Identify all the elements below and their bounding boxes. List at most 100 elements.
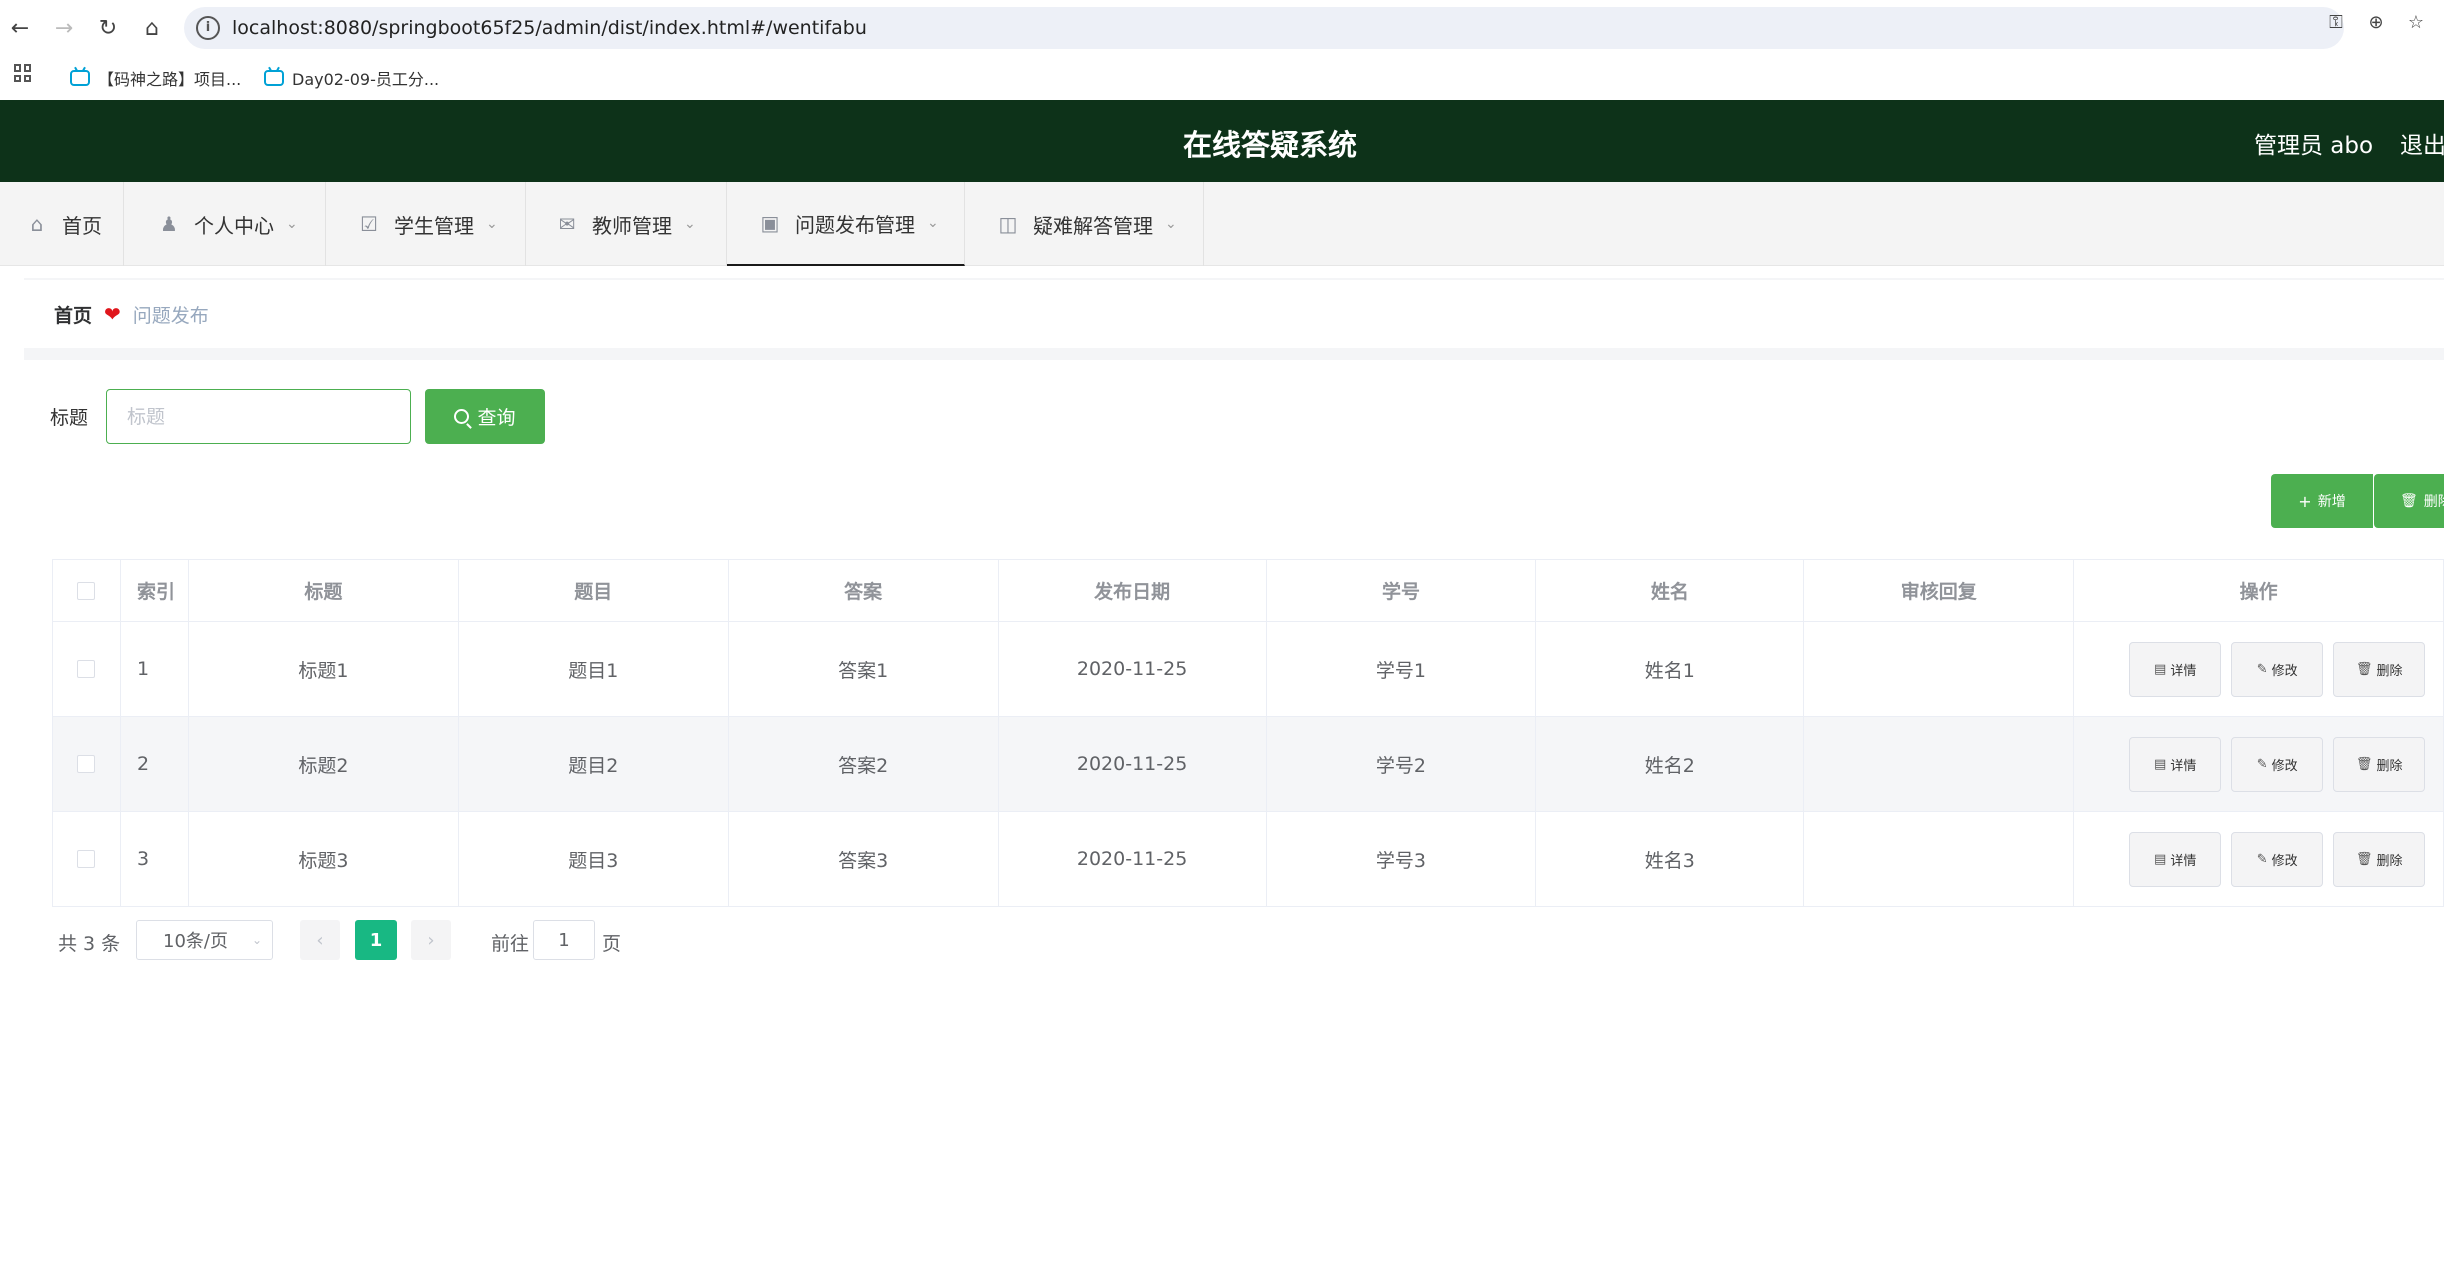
search-icon xyxy=(454,409,470,424)
menu-item-student-management[interactable]: ☑ 学生管理 ⌄ xyxy=(326,182,526,266)
row-select-cell xyxy=(53,812,121,906)
cell-date: 2020-11-25 xyxy=(999,812,1267,906)
cell-question: 题目2 xyxy=(459,717,729,811)
current-user: 管理员 abo xyxy=(2254,133,2374,159)
browser-toolbar: ← → ↻ ⌂ i localhost:8080/springboot65f25… xyxy=(0,0,2444,56)
row-checkbox[interactable] xyxy=(77,660,96,678)
search-label: 标题 xyxy=(50,407,89,429)
site-info-icon[interactable]: i xyxy=(196,16,220,40)
delete-button[interactable]: 🗑 删除 xyxy=(2333,641,2426,697)
prev-page-button[interactable]: ‹ xyxy=(300,920,340,960)
detail-button[interactable]: ▤ 详情 xyxy=(2129,831,2222,887)
column-header[interactable]: 审核回复 xyxy=(1804,560,2075,621)
url-text[interactable]: localhost:8080/springboot65f25/admin/dis… xyxy=(232,17,867,39)
cell-student-no: 学号1 xyxy=(1267,622,1537,716)
cell-student-no: 学号2 xyxy=(1267,717,1537,811)
heart-icon: ❤ xyxy=(104,302,121,326)
page-number-button[interactable]: 1 xyxy=(355,920,397,960)
menu-item-personal-center[interactable]: ♟ 个人中心 ⌄ xyxy=(124,182,326,266)
goto-label: 前往 xyxy=(491,933,530,955)
search-button[interactable]: 查询 xyxy=(425,389,545,444)
edit-label: 修改 xyxy=(2271,853,2298,869)
column-header[interactable]: 发布日期 xyxy=(999,560,1267,621)
row-checkbox[interactable] xyxy=(77,755,96,773)
cell-name: 姓名3 xyxy=(1536,812,1805,906)
detail-button[interactable]: ▤ 详情 xyxy=(2129,736,2222,792)
goto-page-input[interactable] xyxy=(533,920,595,960)
reload-icon[interactable]: ↻ xyxy=(90,10,126,46)
menu-item-teacher-management[interactable]: ✉ 教师管理 ⌄ xyxy=(526,182,727,266)
cell-name: 姓名1 xyxy=(1536,622,1805,716)
page-size-value: 10条/页 xyxy=(163,931,228,952)
detail-label: 详情 xyxy=(2170,853,2197,869)
table-row: 1 标题1 题目1 答案1 2020-11-25 学号1 姓名1 ▤ 详情 ✎ 修改… xyxy=(53,622,2444,717)
cell-date: 2020-11-25 xyxy=(999,717,1267,811)
column-header[interactable]: 题目 xyxy=(459,560,729,621)
apps-grid-icon[interactable] xyxy=(14,64,32,82)
document-icon: ▤ xyxy=(2154,661,2167,677)
chevron-down-icon: ⌄ xyxy=(486,216,498,232)
menu-label: 问题发布管理 xyxy=(795,212,915,237)
address-bar[interactable]: i localhost:8080/springboot65f25/admin/d… xyxy=(184,7,2344,49)
edit-button[interactable]: ✎ 修改 xyxy=(2231,641,2324,697)
batch-delete-button[interactable]: 🗑 删除 xyxy=(2374,474,2444,528)
cell-name: 姓名2 xyxy=(1536,717,1805,811)
document-icon: ▤ xyxy=(2154,851,2167,867)
trash-icon: 🗑 xyxy=(2355,661,2373,677)
bookmark-item[interactable]: 【码神之路】项目... xyxy=(70,64,241,92)
briefcase-icon: ▣ xyxy=(760,211,780,235)
next-page-button[interactable]: › xyxy=(411,920,451,960)
delete-label: 删除 xyxy=(2376,758,2403,774)
back-icon[interactable]: ← xyxy=(2,10,38,46)
edit-button[interactable]: ✎ 修改 xyxy=(2231,831,2324,887)
app-title: 在线答疑系统 xyxy=(1182,128,1357,162)
column-header: 索引 xyxy=(121,560,189,621)
house-icon: ⌂ xyxy=(30,212,44,236)
trash-icon: 🗑 xyxy=(2400,493,2418,509)
cell-title: 标题2 xyxy=(189,717,459,811)
edit-button[interactable]: ✎ 修改 xyxy=(2231,736,2324,792)
select-all-checkbox[interactable] xyxy=(77,581,96,600)
forward-icon[interactable]: → xyxy=(46,10,82,46)
menu-label: 教师管理 xyxy=(592,213,672,238)
app-header: 在线答疑系统 管理员 abo 退出 xyxy=(0,100,2444,182)
column-header[interactable]: 答案 xyxy=(729,560,999,621)
row-select-cell xyxy=(53,717,121,811)
detail-button[interactable]: ▤ 详情 xyxy=(2129,641,2222,697)
zoom-icon[interactable]: ⊕ xyxy=(2362,12,2390,34)
row-select-cell xyxy=(53,622,121,716)
bookmarks-bar: 【码神之路】项目... Day02-09-员工分... xyxy=(0,56,2444,100)
search-title-input[interactable] xyxy=(106,389,411,444)
delete-button[interactable]: 🗑 删除 xyxy=(2333,831,2426,887)
page-size-select[interactable]: 10条/页 ⌄ xyxy=(136,920,273,960)
edit-label: 修改 xyxy=(2271,758,2298,774)
menu-item-home[interactable]: ⌂ 首页 xyxy=(0,182,124,266)
row-checkbox[interactable] xyxy=(77,850,96,868)
home-icon[interactable]: ⌂ xyxy=(134,10,170,46)
column-header[interactable]: 学号 xyxy=(1267,560,1537,621)
cell-answer: 答案2 xyxy=(729,717,999,811)
password-key-icon[interactable]: ⚿ xyxy=(2322,12,2350,34)
column-header[interactable]: 姓名 xyxy=(1536,560,1805,621)
delete-label: 删除 xyxy=(2376,853,2403,869)
delete-button-label: 删除 xyxy=(2423,494,2444,510)
chevron-left-icon: ‹ xyxy=(316,929,324,951)
bookmark-star-icon[interactable]: ☆ xyxy=(2402,12,2430,34)
menu-label: 疑难解答管理 xyxy=(1033,213,1153,238)
column-header[interactable]: 标题 xyxy=(189,560,459,621)
chevron-right-icon: › xyxy=(427,929,435,951)
menu-item-question-publish[interactable]: ▣ 问题发布管理 ⌄ xyxy=(727,182,965,266)
menu-item-qa-management[interactable]: ◫ 疑难解答管理 ⌄ xyxy=(965,182,1204,266)
delete-button[interactable]: 🗑 删除 xyxy=(2333,736,2426,792)
breadcrumb-home[interactable]: 首页 xyxy=(54,301,92,328)
table-row: 3 标题3 题目3 答案3 2020-11-25 学号3 姓名3 ▤ 详情 ✎ 修改… xyxy=(53,812,2444,907)
bookmark-item[interactable]: Day02-09-员工分... xyxy=(264,64,439,92)
chat-bubble-icon: ◫ xyxy=(998,212,1018,236)
cell-actions: ▤ 详情 ✎ 修改 🗑 删除 xyxy=(2074,622,2444,716)
cell-question: 题目1 xyxy=(459,622,729,716)
add-button[interactable]: + 新增 xyxy=(2271,474,2373,528)
cell-question: 题目3 xyxy=(459,812,729,906)
envelope-icon: ✉ xyxy=(558,212,576,236)
pencil-icon: ✎ xyxy=(2256,661,2268,677)
logout-button[interactable]: 退出 xyxy=(2400,126,2444,160)
